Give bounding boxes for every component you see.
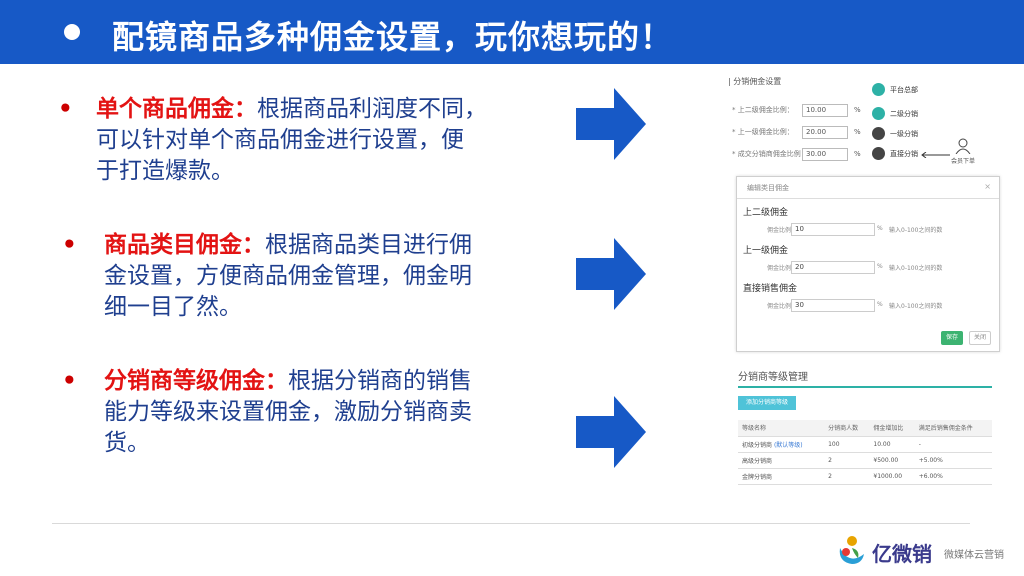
field-label: * 上二级佣金比例： [732,106,794,114]
table-row[interactable]: 高级分销商 2 ¥500.00 +5.00% [738,452,992,469]
brand-logo: 亿微销 微媒体云营销 [834,530,1024,576]
right-arrow-icon [576,88,646,160]
feature-distributor-level: • 分销商等级佣金：根据分销商的销售 能力等级来设置佣金，激励分销商卖 货。 [62,366,542,462]
user-group-icon [955,138,971,155]
section-title: | 分销佣金设置 [728,77,782,86]
commission-row: 佣金比例 10 % 输入0-100之间的数 [767,223,943,236]
feature-heading: 单个商品佣金： [96,96,257,122]
close-icon[interactable]: × [984,182,991,191]
bullet-marker: • [62,368,77,394]
feature-text: 细一目了然。 [104,294,242,320]
bullet-marker: • [62,232,77,258]
user-icon [872,127,885,140]
commission-row: * 上一级佣金比例： 20.00 % [724,126,864,140]
unit-label: % [854,128,861,136]
distributor-level-screenshot: 分销商等级管理 添加分销商等级 等级名称 分销商人数 佣金增加比 满足后销售佣金… [738,366,994,490]
commission-input[interactable]: 30 [791,299,875,312]
section-heading: 直接销售佣金 [743,284,798,294]
feature-text: 金设置，方便商品佣金管理，佣金明 [104,263,472,289]
section-heading: 上二级佣金 [743,208,789,218]
divider [738,386,992,388]
category-commission-dialog: 编辑类目佣金 × 上二级佣金 佣金比例 10 % 输入0-100之间的数 上一级… [736,176,1000,352]
feature-heading: 分销商等级佣金： [104,368,288,394]
commission-input[interactable]: 10 [791,223,875,236]
feature-text: 于打造爆款。 [96,158,234,184]
feature-single-product: • 单个商品佣金：根据商品利润度不同， 可以针对单个商品佣金进行设置，便 于打造… [58,94,538,190]
dialog-title: 编辑类目佣金 [747,184,789,192]
feature-text: 根据商品类目进行佣 [265,232,472,258]
feature-text: 可以针对单个商品佣金进行设置，便 [96,127,464,153]
commission-input[interactable]: 20 [791,261,875,274]
user-icon [872,147,885,160]
bullet-marker: • [58,96,73,122]
commission-input[interactable]: 30.00 [802,148,848,161]
feature-text: 能力等级来设置佣金，激励分销商卖 [104,399,472,425]
brand-name: 亿微销 [872,542,932,566]
commission-input[interactable]: 10.00 [802,104,848,117]
table-row[interactable]: 初级分销商 (默认等级) 100 10.00 - [738,436,992,453]
hierarchy-node: 二级分销 [872,106,942,122]
unit-label: % [854,150,861,158]
right-arrow-icon [576,396,646,468]
unit-label: % [854,106,861,114]
add-level-button[interactable]: 添加分销商等级 [738,396,796,410]
brand-slogan: 微媒体云营销 [944,550,1004,561]
bullet-dot-icon [64,24,80,40]
table-header-row: 等级名称 分销商人数 佣金增加比 满足后销售佣金条件 [738,420,992,437]
field-label: * 成交分销商佣金比例： [732,150,808,158]
logo-icon [839,536,864,564]
level-table: 等级名称 分销商人数 佣金增加比 满足后销售佣金条件 初级分销商 (默认等级) … [738,420,992,485]
cancel-button[interactable]: 关闭 [969,331,991,345]
save-button[interactable]: 保存 [941,331,963,345]
commission-row: * 上二级佣金比例： 10.00 % [724,104,864,118]
hierarchy-node: 平台总部 [872,82,942,98]
page-title: 配镜商品多种佣金设置，玩你想玩的！ [112,18,674,56]
section-heading: 上一级佣金 [743,246,789,256]
field-label: * 上一级佣金比例： [732,128,794,136]
commission-row: 佣金比例 30 % 输入0-100之间的数 [767,299,943,312]
feature-text: 根据商品利润度不同， [257,96,487,122]
feature-heading: 商品类目佣金： [104,232,265,258]
feature-text: 货。 [104,430,150,456]
table-row[interactable]: 金牌分销商 2 ¥1000.00 +6.00% [738,468,992,485]
share-icon [872,107,885,120]
feature-text: 根据分销商的销售 [288,368,472,394]
commission-row: 佣金比例 20 % 输入0-100之间的数 [767,261,943,274]
footer-divider [52,523,970,524]
member-node: 会员下单 [946,138,980,168]
feature-category: • 商品类目佣金：根据商品类目进行佣 金设置，方便商品佣金管理，佣金明 细一目了… [62,230,542,326]
commission-input[interactable]: 20.00 [802,126,848,139]
single-commission-screenshot: | 分销佣金设置 * 上二级佣金比例： 10.00 % * 上一级佣金比例： 2… [724,74,984,168]
right-arrow-icon [576,238,646,310]
section-title: 分销商等级管理 [738,372,808,383]
hierarchy-node: 一级分销 [872,126,942,142]
store-icon [872,83,885,96]
title-bar: 配镜商品多种佣金设置，玩你想玩的！ [0,0,1024,64]
commission-row: * 成交分销商佣金比例： 30.00 % [724,148,864,162]
